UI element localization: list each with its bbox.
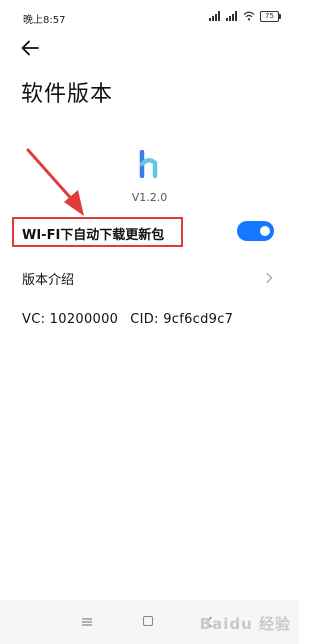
app-logo-icon	[139, 150, 158, 178]
signal-icon-2	[226, 11, 238, 21]
cid-value: CID: 9cf6cd9c7	[130, 312, 234, 327]
watermark: Baidu 经验	[199, 615, 291, 633]
toggle-knob	[260, 226, 270, 236]
version-intro-label: 版本介绍	[22, 273, 75, 288]
signal-icon	[209, 11, 221, 21]
chevron-right-icon	[266, 272, 273, 284]
navigation-bar: Baidu 经验	[0, 600, 299, 644]
status-time: 晚上8:57	[23, 15, 66, 26]
wifi-auto-update-toggle[interactable]	[237, 221, 274, 241]
battery-icon: 75	[260, 10, 281, 22]
page-title: 软件版本	[21, 82, 114, 107]
status-icons: 75	[209, 10, 281, 22]
vc-value: VC: 10200000	[22, 312, 119, 327]
build-ids: VC: 10200000 CID: 9cf6cd9c7	[22, 312, 233, 327]
version-intro-row[interactable]: 版本介绍	[0, 262, 299, 292]
menu-icon[interactable]	[82, 618, 92, 626]
wifi-auto-update-label: WI-FI下自动下载更新包	[22, 228, 165, 243]
home-icon[interactable]	[143, 616, 153, 626]
annotation-arrow-icon	[26, 148, 84, 216]
wifi-icon	[243, 11, 255, 21]
back-arrow-icon[interactable]	[18, 38, 42, 58]
status-bar: 晚上8:57 75	[0, 0, 299, 34]
